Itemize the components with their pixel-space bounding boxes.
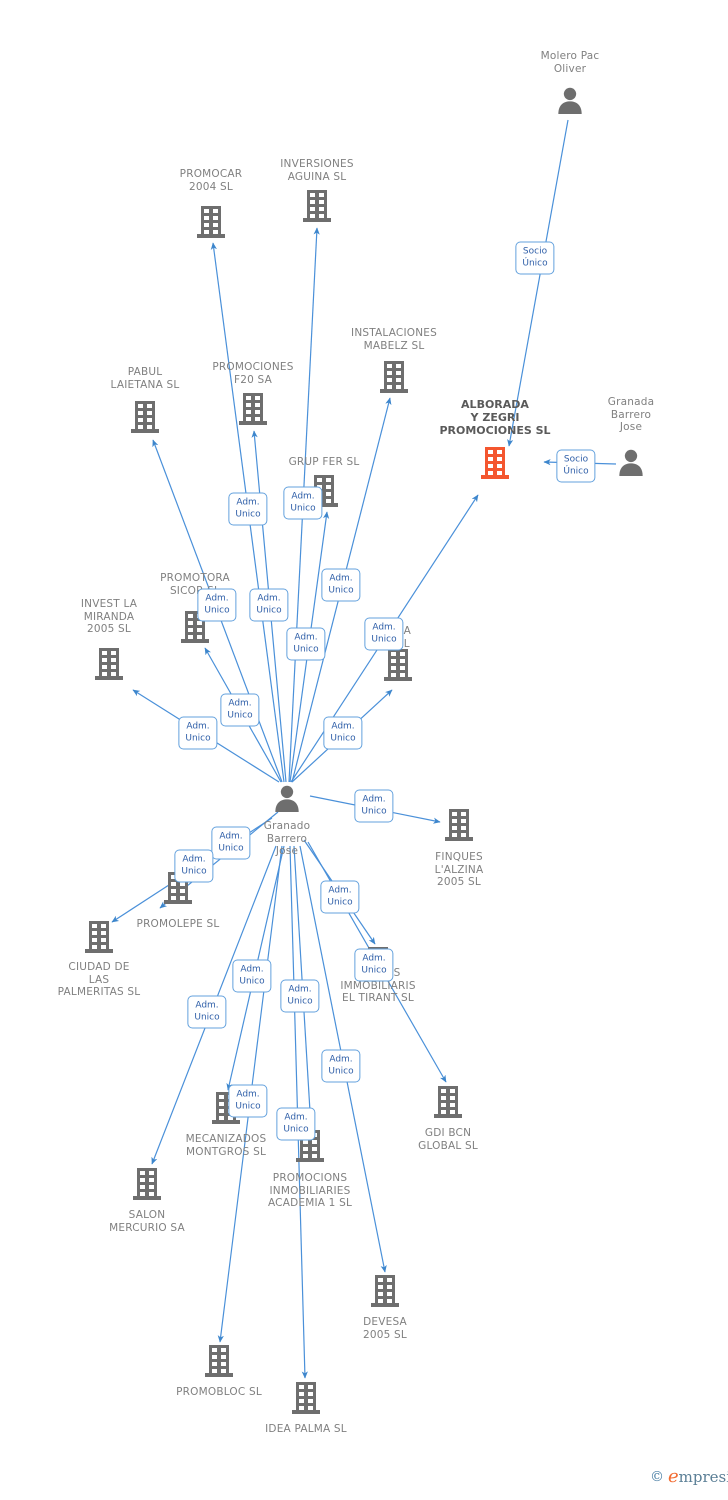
edge-label-lbl-ciudad[interactable]: Adm. Unico: [174, 849, 214, 883]
node-label-academia: PROMOCIONS INMOBILIARIES ACADEMIA 1 SL: [267, 1172, 353, 1209]
edge-label-lbl-f20[interactable]: Adm. Unico: [228, 492, 268, 526]
node-label-ciudad: CIUDAD DE LAS PALMERITAS SL: [57, 961, 141, 998]
node-label-molero: Molero Pac Oliver: [540, 50, 600, 75]
edge-label-lbl-mecan1[interactable]: Adm. Unico: [232, 959, 272, 993]
building-icon[interactable]: [84, 920, 114, 958]
building-icon[interactable]: [302, 189, 332, 227]
building-icon[interactable]: [204, 1344, 234, 1382]
edge-label-lbl-molero[interactable]: Socio Único: [515, 241, 555, 275]
building-icon[interactable]: [433, 1085, 463, 1123]
building-icon[interactable]: [132, 1167, 162, 1205]
edge-label-lbl-pabul[interactable]: Adm. Unico: [249, 588, 289, 622]
building-icon[interactable]: [291, 1381, 321, 1419]
edge-label-lbl-mecan2[interactable]: Adm. Unico: [280, 979, 320, 1013]
edge-label-lbl-sicor[interactable]: Adm. Unico: [197, 588, 237, 622]
edge-label-lbl-hidden[interactable]: Adm. Unico: [220, 693, 260, 727]
edge-label-lbl-aguina[interactable]: Adm. Unico: [286, 627, 326, 661]
building-icon[interactable]: [130, 400, 160, 438]
node-label-promobloc: PROMOBLOC SL: [176, 1386, 262, 1398]
node-label-salon: SALON MERCURIO SA: [109, 1209, 185, 1234]
edge-label-lbl-mabelz[interactable]: Adm. Unico: [321, 568, 361, 602]
edge-label-lbl-academia[interactable]: Adm. Unico: [276, 1107, 316, 1141]
building-icon[interactable]: [370, 1274, 400, 1312]
edge-label-lbl-promocar[interactable]: Adm. Unico: [323, 716, 363, 750]
edge-label-lbl-finques[interactable]: Adm. Unico: [354, 789, 394, 823]
empresia-watermark: © empresia: [650, 1466, 728, 1487]
edge-label-lbl-invest[interactable]: Adm. Unico: [178, 716, 218, 750]
edge-label-lbl-salon[interactable]: Adm. Unico: [187, 995, 227, 1029]
building-icon[interactable]: [383, 648, 413, 686]
edge-label-lbl-promolepe[interactable]: Adm. Unico: [211, 826, 251, 860]
building-icon[interactable]: [94, 647, 124, 685]
node-label-mabelz: INSTALACIONES MABELZ SL: [351, 327, 437, 352]
edge-label-lbl-grupfer[interactable]: Adm. Unico: [283, 486, 323, 520]
person-icon[interactable]: [556, 86, 584, 118]
copyright-icon: ©: [650, 1468, 664, 1485]
building-icon[interactable]: [238, 392, 268, 430]
edge-label-lbl-promobloc[interactable]: Adm. Unico: [228, 1084, 268, 1118]
node-label-devesa: DEVESA 2005 SL: [363, 1316, 407, 1341]
brand-rest: mpresia: [678, 1468, 728, 1486]
node-label-gdi: GDI BCN GLOBAL SL: [418, 1127, 478, 1152]
node-label-promolepe: PROMOLEPE SL: [136, 918, 220, 930]
node-label-grupfer: GRUP FER SL: [288, 456, 360, 468]
node-label-invest: INVEST LA MIRANDA 2005 SL: [80, 598, 138, 635]
person-icon[interactable]: [273, 784, 301, 816]
node-label-f20: PROMOCIONES F20 SA: [212, 361, 294, 386]
brand-initial: e: [668, 1466, 679, 1487]
node-label-ideapalma: IDEA PALMA SL: [265, 1423, 347, 1435]
node-label-finques: FINQUES L'ALZINA 2005 SL: [434, 851, 484, 888]
org-chart-canvas: Molero Pac Oliver PROMOCAR 2004 SL INVERSI…: [0, 0, 728, 1500]
edge-layer: [111, 119, 617, 1379]
edge-label-lbl-serveis1[interactable]: Adm. Unico: [320, 880, 360, 914]
edge-label-lbl-alborada[interactable]: Adm. Unico: [364, 617, 404, 651]
edge-label-lbl-gdi[interactable]: Adm. Unico: [321, 1049, 361, 1083]
building-icon[interactable]: [444, 808, 474, 846]
node-label-aguina: INVERSIONES AGUINA SL: [280, 158, 354, 183]
edge-label-lbl-serveis2[interactable]: Adm. Unico: [354, 948, 394, 982]
edge-label-lbl-granada[interactable]: Socio Único: [556, 449, 596, 483]
building-icon[interactable]: [196, 205, 226, 243]
node-label-granada: Granada Barrero Jose: [607, 396, 655, 433]
building-icon-highlighted[interactable]: [480, 446, 510, 484]
person-icon[interactable]: [617, 448, 645, 480]
building-icon[interactable]: [379, 360, 409, 398]
